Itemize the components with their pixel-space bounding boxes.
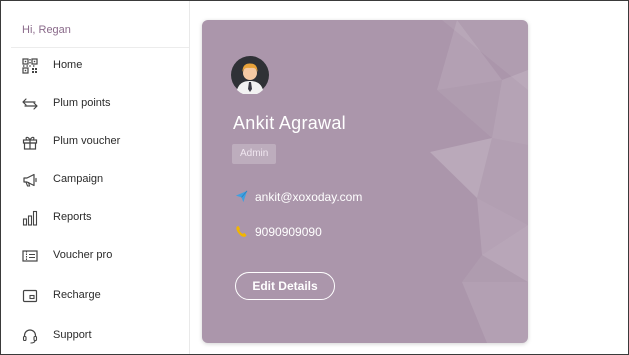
sidebar-item-label: Reports — [53, 211, 92, 223]
voucher-ticket-icon — [22, 250, 38, 262]
email-text: ankit@xoxoday.com — [255, 190, 363, 204]
megaphone-icon — [23, 173, 37, 187]
greeting-divider — [11, 47, 189, 48]
gift-box-icon — [22, 136, 38, 150]
sidebar-item-label: Support — [53, 329, 92, 341]
phone-icon — [236, 225, 247, 237]
sidebar: Hi, Regan Home Plum points Plum voucher … — [1, 1, 190, 354]
sidebar-item-support[interactable]: Support — [1, 319, 189, 353]
role-badge: Admin — [232, 144, 277, 164]
profile-name: Ankit Agrawal — [233, 113, 346, 133]
paper-plane-icon — [235, 190, 248, 203]
sidebar-item-voucher-pro[interactable]: Voucher pro — [1, 239, 189, 273]
sidebar-item-label: Home — [53, 59, 83, 71]
qr-code-icon — [22, 58, 38, 74]
sidebar-item-label: Plum points — [53, 97, 111, 109]
sidebar-item-campaign[interactable]: Campaign — [1, 163, 189, 197]
sidebar-item-home[interactable]: Home — [1, 49, 189, 83]
sidebar-item-plum-voucher[interactable]: Plum voucher — [1, 125, 189, 159]
sidebar-item-reports[interactable]: Reports — [1, 201, 189, 235]
sidebar-item-label: Campaign — [53, 173, 104, 185]
app-window: Hi, Regan Home Plum points Plum voucher … — [0, 0, 629, 355]
sidebar-item-plum-points[interactable]: Plum points — [1, 87, 189, 121]
avatar — [231, 56, 269, 94]
sidebar-item-recharge[interactable]: Recharge — [1, 279, 189, 313]
profile-card: Ankit Agrawal Admin ankit@xoxoday.com 90… — [202, 20, 528, 343]
greeting-text: Hi, Regan — [22, 24, 71, 36]
exchange-arrows-icon — [22, 98, 38, 110]
bar-chart-icon — [22, 210, 38, 226]
recharge-card-icon — [22, 289, 38, 303]
sidebar-item-label: Plum voucher — [53, 135, 121, 147]
edit-details-button[interactable]: Edit Details — [235, 272, 335, 300]
sidebar-item-label: Voucher pro — [53, 249, 113, 261]
headset-icon — [22, 329, 38, 344]
sidebar-item-label: Recharge — [53, 289, 101, 301]
phone-text: 9090909090 — [255, 225, 322, 239]
